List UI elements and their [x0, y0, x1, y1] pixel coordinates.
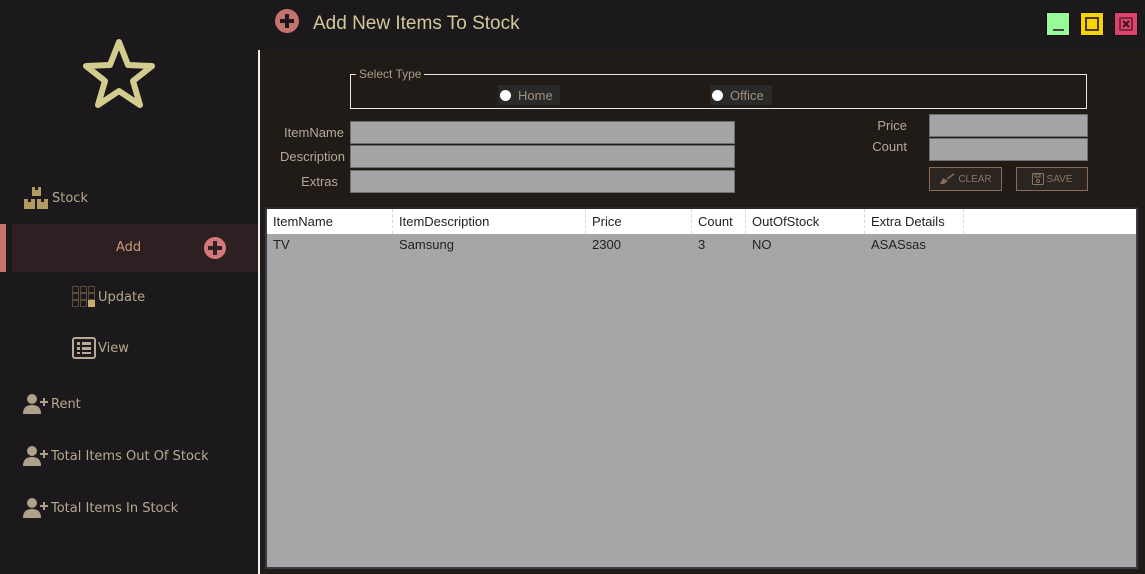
- add-user-icon: [23, 394, 48, 414]
- cell-item-name: TV: [273, 237, 290, 252]
- table-header: ItemName ItemDescription Price Count Out…: [267, 209, 1136, 234]
- maximize-button[interactable]: [1080, 12, 1104, 36]
- sidebar-item-label: Rent: [51, 396, 81, 412]
- close-icon: [1119, 17, 1133, 31]
- broom-icon: [940, 173, 955, 184]
- count-label: Count: [872, 139, 907, 154]
- radio-indicator: [500, 89, 511, 101]
- sidebar-item-add[interactable]: Add: [0, 224, 258, 272]
- sidebar-item-stock[interactable]: Stock: [24, 187, 88, 209]
- save-label: SAVE: [1046, 173, 1073, 185]
- table-row[interactable]: TV Samsung 2300 3 NO ASASsas: [267, 234, 964, 256]
- column-header[interactable]: Extra Details: [865, 209, 964, 234]
- column-header[interactable]: ItemName: [267, 209, 393, 234]
- radio-label: Home: [518, 87, 553, 103]
- add-user-icon: [23, 498, 48, 518]
- radio-label: Office: [730, 87, 764, 103]
- sidebar-item-out-of-stock[interactable]: Total Items Out Of Stock: [23, 446, 209, 466]
- maximize-icon: [1085, 17, 1099, 31]
- add-user-icon: [23, 446, 48, 466]
- item-name-label: ItemName: [284, 125, 344, 140]
- radio-office[interactable]: Office: [710, 85, 772, 105]
- select-type-label: Select Type: [356, 67, 425, 81]
- column-header[interactable]: OutOfStock: [746, 209, 865, 234]
- price-label: Price: [877, 118, 907, 133]
- minimize-icon: [1053, 29, 1064, 31]
- boxes-icon: [24, 187, 48, 209]
- sidebar-item-label: Total Items In Stock: [51, 500, 179, 516]
- sidebar-item-label: View: [98, 340, 129, 356]
- cell-price: 2300: [592, 237, 621, 252]
- save-button[interactable]: SAVE: [1016, 167, 1088, 191]
- item-name-input[interactable]: [350, 121, 735, 144]
- minimize-button[interactable]: [1046, 12, 1070, 36]
- price-input[interactable]: [929, 114, 1088, 137]
- column-header[interactable]: Count: [692, 209, 746, 234]
- page-title: Add New Items To Stock: [313, 13, 520, 34]
- stock-table[interactable]: ItemName ItemDescription Price Count Out…: [265, 207, 1138, 569]
- description-input[interactable]: [350, 145, 735, 168]
- cell-count: 3: [698, 237, 706, 252]
- sidebar: Stock Add Update View Rent Total Items O…: [0, 0, 258, 574]
- extras-label: Extras: [301, 174, 338, 189]
- sidebar-item-in-stock[interactable]: Total Items In Stock: [23, 498, 178, 518]
- plus-circle-icon: [204, 237, 226, 259]
- extras-input[interactable]: [350, 170, 735, 193]
- cell-out-of-stock: NO: [752, 237, 772, 252]
- save-icon: [1031, 173, 1044, 185]
- sidebar-item-label: Stock: [52, 190, 88, 206]
- sidebar-item-update[interactable]: Update: [72, 286, 145, 308]
- description-label: Description: [279, 149, 345, 164]
- clear-button[interactable]: CLEAR: [929, 167, 1002, 191]
- active-indicator: [0, 224, 6, 272]
- sidebar-item-rent[interactable]: Rent: [23, 394, 81, 414]
- star-icon: [83, 39, 155, 108]
- sidebar-item-view[interactable]: View: [72, 337, 129, 359]
- count-input[interactable]: [929, 138, 1088, 161]
- sidebar-item-label: Add: [116, 240, 142, 255]
- list-icon: [72, 337, 96, 359]
- plus-circle-icon: [275, 9, 299, 33]
- sidebar-item-label: Total Items Out Of Stock: [51, 448, 209, 464]
- cell-item-description: Samsung: [399, 237, 454, 252]
- radio-home[interactable]: Home: [498, 85, 560, 105]
- clear-label: CLEAR: [958, 173, 992, 185]
- column-header[interactable]: Price: [586, 209, 692, 234]
- radio-indicator: [712, 89, 723, 101]
- column-header[interactable]: ItemDescription: [393, 209, 586, 234]
- close-button[interactable]: [1114, 12, 1138, 36]
- cell-extra-details: ASASsas: [871, 237, 926, 252]
- grid-icon: [72, 286, 95, 307]
- sidebar-item-label: Update: [98, 289, 146, 305]
